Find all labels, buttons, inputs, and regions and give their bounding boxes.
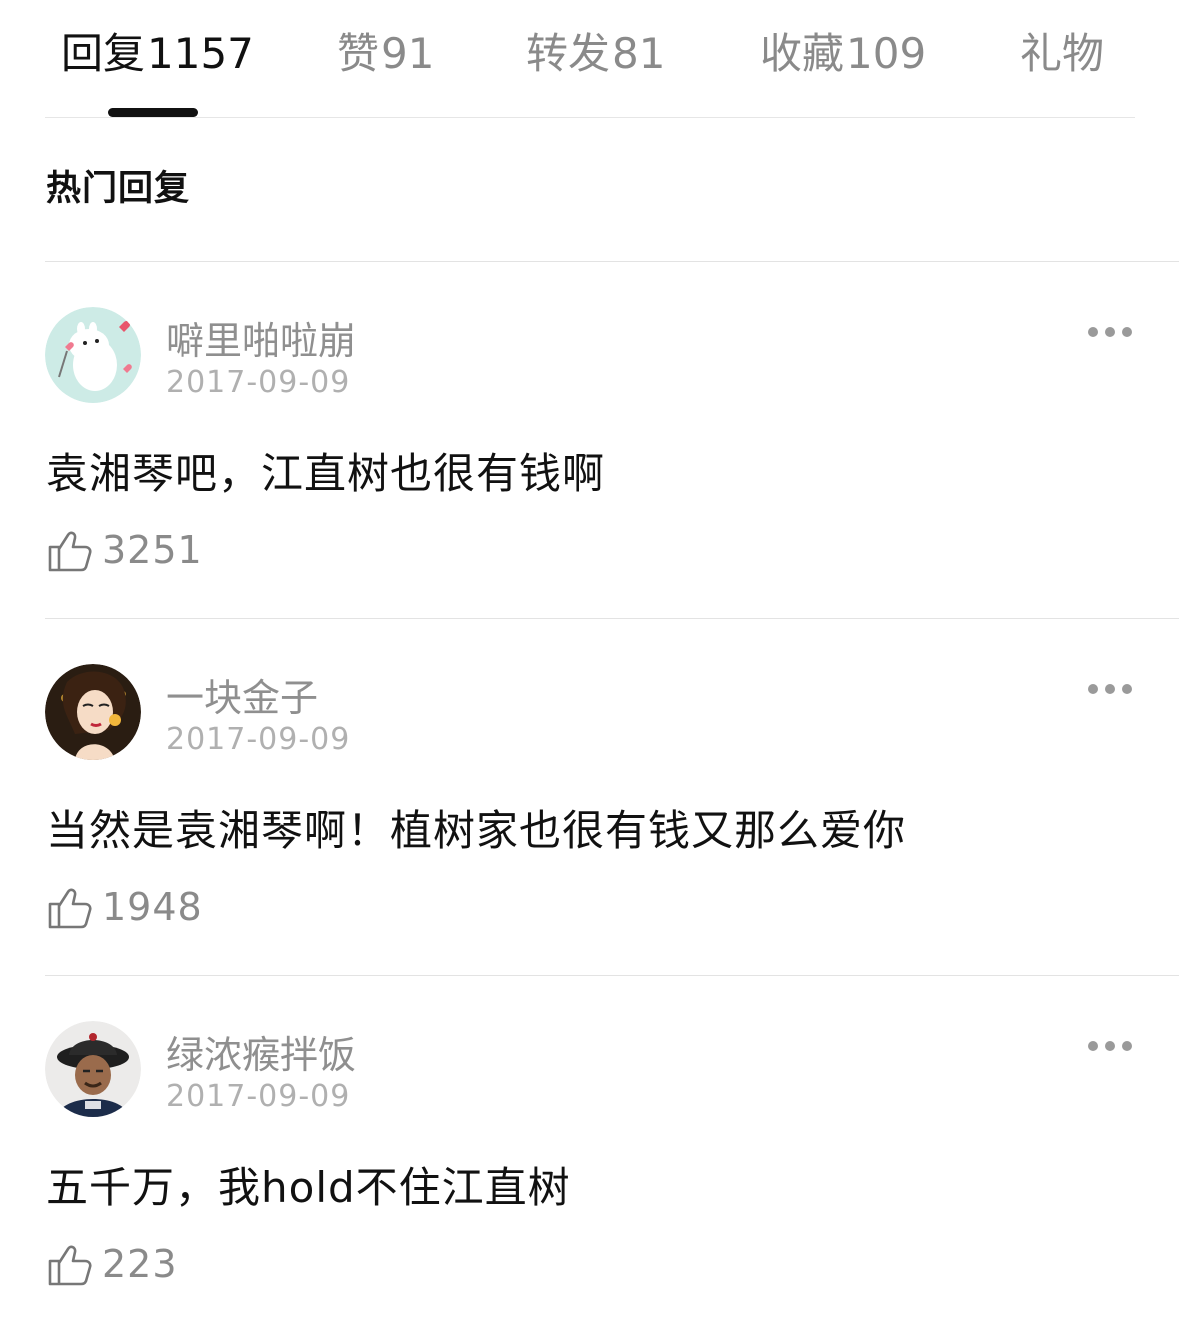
like-count: 3251 <box>102 528 203 572</box>
comment-text: 当然是袁湘琴啊！植树家也很有钱又那么爱你 <box>46 806 907 855</box>
comment-item: 一块金子 2017-09-09 当然是袁湘琴啊！植树家也很有钱又那么爱你 194… <box>0 619 1179 976</box>
tab-replies-count: 1157 <box>147 29 254 78</box>
tab-favorites-label: 收藏 <box>760 29 845 78</box>
comment-username[interactable]: 一块金子 <box>166 667 318 722</box>
man-in-hat-avatar-icon[interactable] <box>45 1021 141 1117</box>
moomin-avatar-icon[interactable] <box>45 307 141 403</box>
tab-likes[interactable]: 赞91 <box>337 26 434 82</box>
more-dots-icon[interactable] <box>1086 677 1134 701</box>
more-dots-icon[interactable] <box>1086 320 1134 344</box>
tab-favorites[interactable]: 收藏109 <box>760 26 926 82</box>
tab-likes-count: 91 <box>381 29 435 78</box>
tab-divider <box>45 117 1135 118</box>
thumbs-up-icon <box>48 888 92 929</box>
like-count: 223 <box>102 1242 178 1286</box>
thumbs-up-icon <box>48 531 92 572</box>
tab-gifts-label: 礼物 <box>1020 29 1105 78</box>
comment-date: 2017-09-09 <box>166 1079 351 1114</box>
comment-text: 袁湘琴吧，江直树也很有钱啊 <box>46 449 606 498</box>
comment-username[interactable]: 噼里啪啦崩 <box>166 310 356 365</box>
tab-reposts-count: 81 <box>612 29 666 78</box>
tab-likes-label: 赞 <box>337 29 380 78</box>
tab-reposts[interactable]: 转发81 <box>526 26 665 82</box>
more-dots-icon[interactable] <box>1086 1034 1134 1058</box>
cartoon-woman-avatar-icon[interactable] <box>45 664 141 760</box>
comment-username[interactable]: 绿浓瘊拌饭 <box>166 1024 356 1079</box>
comment-item: 噼里啪啦崩 2017-09-09 袁湘琴吧，江直树也很有钱啊 3251 <box>0 262 1179 619</box>
like-count: 1948 <box>102 885 203 929</box>
comment-item: 绿浓瘊拌饭 2017-09-09 五千万，我hold不住江直树 223 <box>0 976 1179 1333</box>
thumbs-up-icon <box>48 1245 92 1286</box>
active-tab-indicator <box>108 108 198 117</box>
comment-date: 2017-09-09 <box>166 722 351 757</box>
tab-replies-label: 回复 <box>61 29 146 78</box>
section-title: 热门回复 <box>46 169 191 209</box>
tab-favorites-count: 109 <box>846 29 927 78</box>
tab-bar: 回复1157 赞91 转发81 收藏109 礼物 <box>0 0 1179 118</box>
tab-reposts-label: 转发 <box>526 29 611 78</box>
comment-date: 2017-09-09 <box>166 365 351 400</box>
tab-replies[interactable]: 回复1157 <box>61 26 254 82</box>
comment-text: 五千万，我hold不住江直树 <box>46 1163 571 1212</box>
tab-gifts[interactable]: 礼物 <box>1020 26 1104 82</box>
